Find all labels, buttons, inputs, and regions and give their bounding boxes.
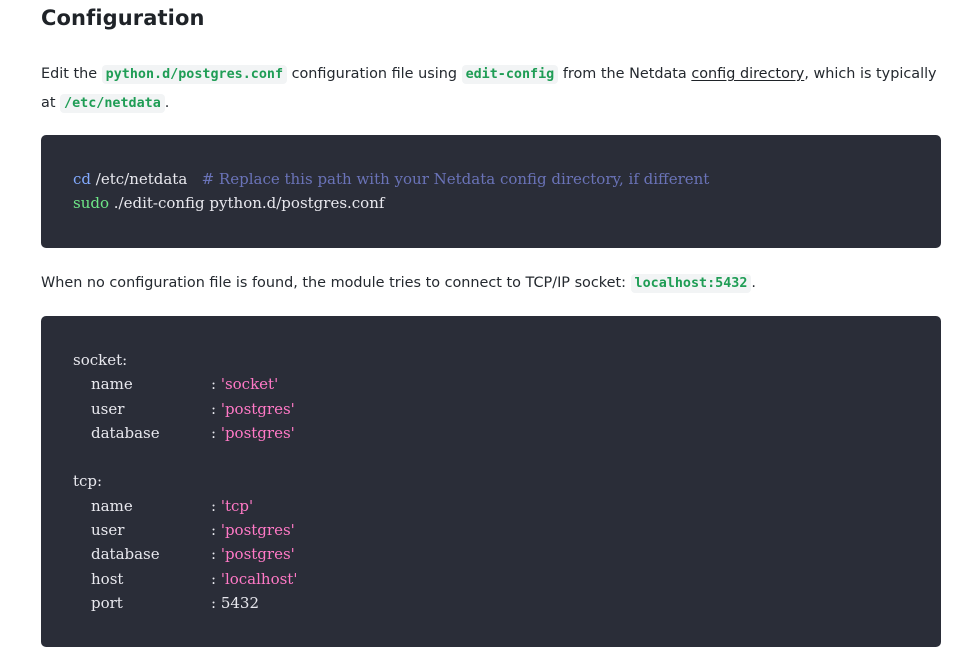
yaml-sep: : (211, 423, 221, 442)
yaml-key: user (91, 399, 125, 418)
yaml-row: user: 'postgres' (73, 518, 909, 542)
yaml-value: 'postgres' (220, 521, 295, 540)
yaml-sep: : (211, 375, 221, 394)
inline-code-conf-file: python.d/postgres.conf (101, 65, 288, 84)
yaml-value: 'postgres' (220, 399, 295, 418)
yaml-value: 'localhost' (220, 569, 298, 588)
socket-header: socket: (73, 351, 128, 369)
config-directory-link[interactable]: config directory (691, 66, 804, 82)
intro-text-1: Edit the (41, 66, 102, 82)
yaml-key: name (91, 375, 133, 394)
yaml-row: port: 5432 (73, 591, 909, 615)
yaml-value: 'postgres' (220, 423, 295, 442)
inline-code-etc-netdata: /etc/netdata (60, 94, 165, 113)
code-line-sudo: sudo ./edit-config python.d/postgres.con… (73, 191, 909, 215)
yaml-row: name: 'tcp' (73, 494, 909, 518)
cd-command: cd (73, 170, 92, 188)
inline-code-localhost: localhost:5432 (630, 274, 752, 293)
yaml-key: name (91, 496, 133, 515)
intro-text-5: . (164, 95, 170, 111)
yaml-sep: : (211, 593, 221, 612)
yaml-value-number: 5432 (220, 593, 260, 612)
yaml-key: database (91, 423, 160, 442)
fallback-text-1: When no configuration file is found, the… (41, 275, 631, 291)
yaml-key: database (91, 545, 160, 564)
sudo-argument: ./edit-config python.d/postgres.conf (109, 194, 385, 213)
yaml-sep: : (211, 521, 221, 540)
sudo-command: sudo (73, 194, 109, 213)
intro-text-2: configuration file using (287, 66, 462, 82)
yaml-row: user: 'postgres' (73, 397, 909, 421)
tcp-header: tcp: (73, 472, 103, 491)
yaml-row: name: 'socket' (73, 372, 909, 396)
yaml-row: host: 'localhost' (73, 567, 909, 591)
yaml-value: 'postgres' (220, 545, 295, 564)
intro-text-3: from the Netdata (558, 66, 692, 82)
yaml-row: database: 'postgres' (73, 421, 909, 445)
fallback-paragraph: When no configuration file is found, the… (41, 269, 941, 298)
cd-argument: /etc/netdata (91, 170, 202, 188)
code-comment: # Replace this path with your Netdata co… (201, 170, 710, 188)
yaml-key: host (91, 569, 124, 588)
fallback-text-2: . (751, 275, 756, 291)
yaml-row: database: 'postgres' (73, 542, 909, 566)
intro-paragraph: Edit the python.d/postgres.conf configur… (41, 60, 941, 118)
shell-code-block[interactable]: cd /etc/netdata # Replace this path with… (41, 135, 941, 248)
yaml-sep: : (211, 496, 221, 515)
yaml-key: user (91, 521, 125, 540)
yaml-value: 'socket' (220, 375, 279, 394)
yaml-value: 'tcp' (220, 496, 254, 515)
yaml-sep: : (211, 545, 221, 564)
yaml-sep: : (211, 569, 221, 588)
yaml-key: port (91, 593, 123, 612)
yaml-sep: : (211, 399, 221, 418)
code-line-cd: cd /etc/netdata # Replace this path with… (73, 167, 909, 191)
yaml-code-block[interactable]: socket: name: 'socket' user: 'postgres' … (41, 316, 941, 647)
inline-code-edit-config: edit-config (461, 65, 559, 84)
section-heading: Configuration (41, 6, 205, 30)
